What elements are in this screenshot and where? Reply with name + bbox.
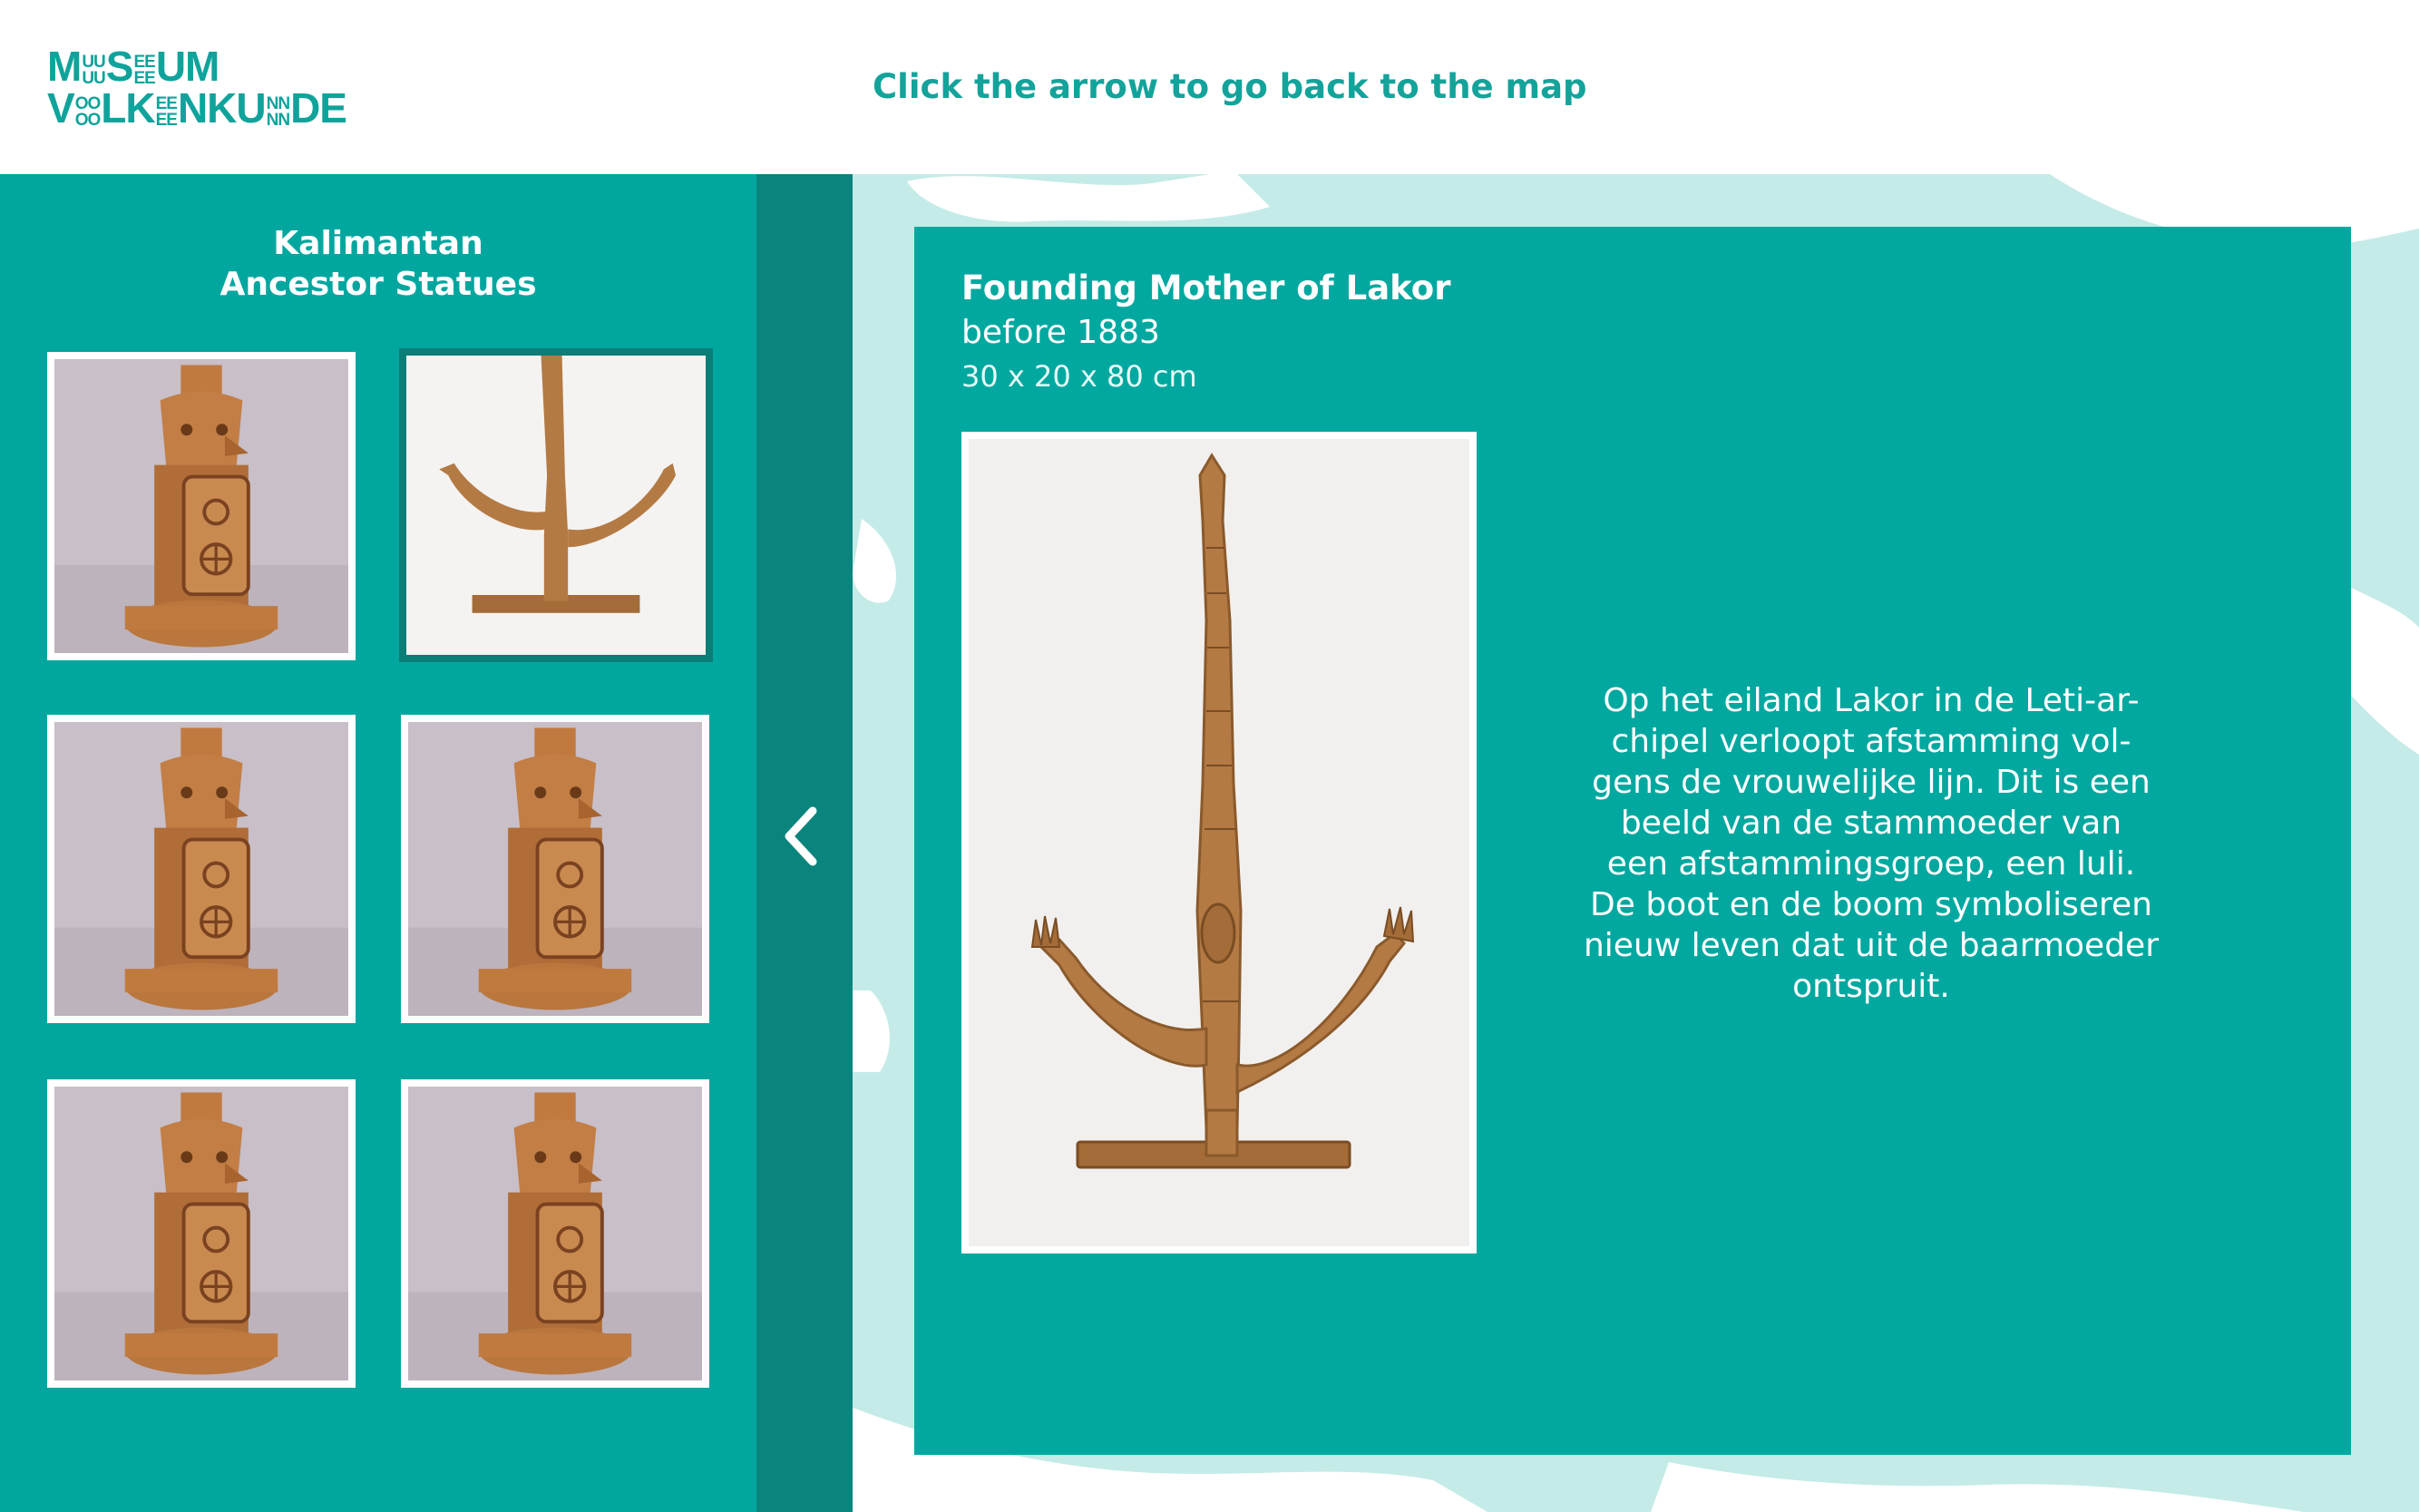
- logo-letter: DE: [290, 84, 347, 132]
- museum-logo[interactable]: M UU UU S EE EE UM V OO OO LK EE EE NKU NN NN…: [47, 45, 347, 132]
- anchor-statue-image: [406, 356, 706, 655]
- statue-image: [408, 722, 702, 1016]
- description-line: Op het eiland Lakor in de Leti-ar-: [1603, 682, 2140, 719]
- back-to-map-strip[interactable]: [756, 174, 853, 1512]
- logo-letter: LK: [101, 84, 155, 132]
- header-bar: M UU UU S EE EE UM V OO OO LK EE EE NKU NN NN…: [0, 0, 2419, 174]
- description-line: gens de vrouwelijke lijn. Dit is een: [1592, 764, 2151, 801]
- logo-letter: S: [105, 43, 134, 90]
- object-photo: [961, 432, 1477, 1253]
- statue-image: [54, 359, 348, 653]
- logo-letter: V: [47, 84, 75, 132]
- logo-letter: M: [47, 43, 82, 90]
- object-dimensions: 30 x 20 x 80 cm: [961, 359, 1197, 394]
- statue-image: [54, 722, 348, 1016]
- object-detail-card: Founding Mother of Lakor before 1883 30 …: [914, 227, 2351, 1455]
- anchor-statue-image: [1030, 453, 1415, 1169]
- collection-panel: Kalimantan Ancestor Statues: [0, 174, 756, 1512]
- logo-stack: UU UU: [82, 53, 105, 88]
- object-title: Founding Mother of Lakor: [961, 268, 1451, 307]
- thumbnail-3[interactable]: [47, 715, 356, 1023]
- statue-image: [408, 1087, 702, 1380]
- thumbnail-6[interactable]: [401, 1079, 709, 1388]
- thumbnail-5[interactable]: [47, 1079, 356, 1388]
- object-date: before 1883: [961, 314, 1160, 351]
- thumbnail-2-selected[interactable]: [399, 348, 713, 662]
- description-line: chipel verloopt afstamming vol-: [1611, 723, 2131, 760]
- collection-title-line-1: Kalimantan: [273, 225, 483, 262]
- logo-letter: NKU: [177, 84, 267, 132]
- logo-stack: NN NN: [266, 94, 290, 130]
- collection-title-line-2: Ancestor Statues: [219, 266, 537, 303]
- description-line: De boot en de boom symboliseren: [1590, 886, 2152, 923]
- description-line: een afstammingsgroep, een luli.: [1606, 845, 2136, 883]
- thumbnail-1[interactable]: [47, 352, 356, 660]
- logo-stack: OO OO: [74, 94, 102, 130]
- logo-line-2: V OO OO LK EE EE NKU NN NN DE: [47, 84, 347, 132]
- object-photo-canvas: [969, 439, 1469, 1246]
- thumbnail-4[interactable]: [401, 715, 709, 1023]
- description-line: beeld van de stammoeder van: [1620, 805, 2122, 842]
- description-line: ontspruit.: [1792, 968, 1950, 1005]
- object-description: Op het eiland Lakor in de Leti-ar- chipe…: [1540, 680, 2202, 1007]
- statue-image: [54, 1087, 348, 1380]
- header-instruction: Click the arrow to go back to the map: [873, 67, 1587, 106]
- collection-title: Kalimantan Ancestor Statues: [0, 223, 756, 305]
- chevron-left-icon[interactable]: [776, 800, 831, 873]
- description-line: nieuw leven dat uit de baarmoeder: [1583, 927, 2159, 964]
- logo-letter: UM: [155, 43, 220, 90]
- logo-stack: EE EE: [155, 94, 178, 130]
- logo-stack: EE EE: [133, 53, 155, 88]
- logo-line-1: M UU UU S EE EE UM: [47, 45, 346, 87]
